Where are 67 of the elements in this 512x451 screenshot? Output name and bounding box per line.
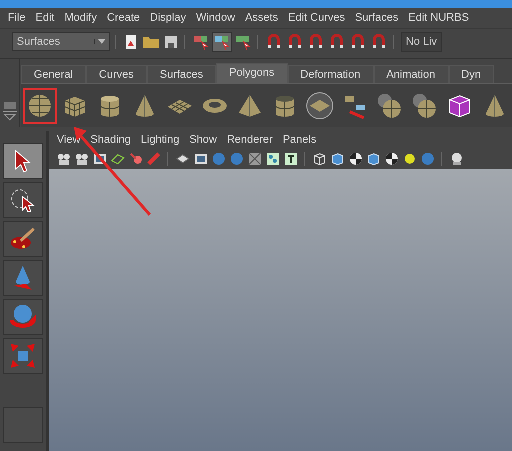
panel-menu-item[interactable]: Panels bbox=[278, 134, 323, 146]
grid-icon[interactable] bbox=[248, 152, 262, 166]
shelf-menu-icon bbox=[2, 101, 16, 121]
panel-menu-item[interactable]: Renderer bbox=[223, 134, 279, 146]
text-tool-icon[interactable] bbox=[284, 152, 298, 166]
pyramid-icon bbox=[237, 92, 263, 118]
plane-in-ring-icon bbox=[306, 92, 334, 120]
wireframe-cube-icon[interactable] bbox=[313, 152, 327, 166]
shelf-menu-button[interactable] bbox=[2, 101, 16, 121]
save-icon[interactable] bbox=[163, 34, 179, 50]
menu-item[interactable]: Create bbox=[103, 12, 146, 24]
sphere-icon bbox=[27, 92, 53, 118]
camera-icon[interactable] bbox=[57, 152, 71, 166]
lasso-cursor-icon bbox=[10, 187, 36, 213]
panel-menu-item[interactable]: Show bbox=[186, 134, 224, 146]
cube-icon[interactable] bbox=[367, 152, 381, 166]
menu-item[interactable]: Edit NURBS bbox=[404, 12, 476, 24]
layers-icon[interactable] bbox=[176, 152, 190, 166]
magnet-icon[interactable] bbox=[370, 32, 388, 50]
magnet-icon[interactable] bbox=[307, 32, 325, 50]
spheres-icon bbox=[376, 92, 404, 118]
menu-item[interactable]: Surfaces bbox=[351, 12, 405, 24]
select-mode-icon[interactable] bbox=[213, 32, 231, 50]
menu-item[interactable]: Window bbox=[192, 12, 242, 24]
panel-menu-item[interactable]: Lighting bbox=[137, 134, 186, 146]
shelf-tab[interactable]: Dyn bbox=[448, 65, 494, 83]
new-scene-icon[interactable] bbox=[123, 34, 139, 50]
menu-item[interactable]: Edit Curves bbox=[284, 12, 352, 24]
magnet-icon[interactable] bbox=[265, 32, 283, 50]
dropdown-arrow-icon bbox=[98, 39, 106, 44]
shelf-tab[interactable]: Surfaces bbox=[146, 65, 216, 83]
menu-item[interactable]: Edit bbox=[32, 12, 61, 24]
nodes-icon[interactable] bbox=[266, 152, 280, 166]
shelf-tab[interactable]: Polygons bbox=[216, 63, 288, 83]
spheres-icon bbox=[411, 92, 439, 118]
panel-menu-item[interactable]: View bbox=[53, 134, 87, 146]
magnet-icon[interactable] bbox=[349, 32, 367, 50]
magnet-icon[interactable] bbox=[328, 32, 346, 50]
tool-button[interactable] bbox=[3, 182, 43, 218]
magnet-icon[interactable] bbox=[286, 32, 304, 50]
checker-ball-icon[interactable] bbox=[385, 152, 399, 166]
checker-ball-icon[interactable] bbox=[349, 152, 363, 166]
cube-icon[interactable] bbox=[331, 152, 345, 166]
cube-scale-icon bbox=[9, 342, 37, 370]
panel-menu-item[interactable]: Shading bbox=[86, 134, 138, 146]
light-bulb-icon[interactable] bbox=[403, 152, 417, 166]
menu-item[interactable]: Assets bbox=[241, 12, 284, 24]
menu-set-dropdown[interactable]: Surfaces bbox=[12, 32, 110, 51]
camera-icon[interactable] bbox=[75, 152, 89, 166]
live-surface-field[interactable]: No Liv bbox=[401, 32, 442, 52]
ball-icon[interactable] bbox=[450, 152, 464, 166]
sphere-rotate-icon bbox=[9, 303, 37, 331]
film-icon[interactable] bbox=[194, 152, 208, 166]
shelf-tab[interactable]: Curves bbox=[86, 65, 147, 83]
paint-brush-icon bbox=[9, 226, 37, 252]
tool-button[interactable] bbox=[3, 221, 43, 257]
menu-item[interactable]: File bbox=[4, 12, 32, 24]
tool-button[interactable] bbox=[3, 143, 43, 179]
menu-item[interactable]: Modify bbox=[60, 12, 104, 24]
shelf-tab[interactable]: General bbox=[21, 65, 86, 83]
cube-icon bbox=[447, 92, 473, 118]
plane-icon[interactable] bbox=[111, 152, 125, 166]
arrow-cursor-icon bbox=[13, 149, 33, 173]
shelf-tab[interactable]: Animation bbox=[374, 65, 449, 83]
shelf-tab[interactable]: Deformation bbox=[288, 65, 374, 83]
menu-item[interactable]: Display bbox=[146, 12, 192, 24]
pin-icon[interactable] bbox=[129, 152, 143, 166]
